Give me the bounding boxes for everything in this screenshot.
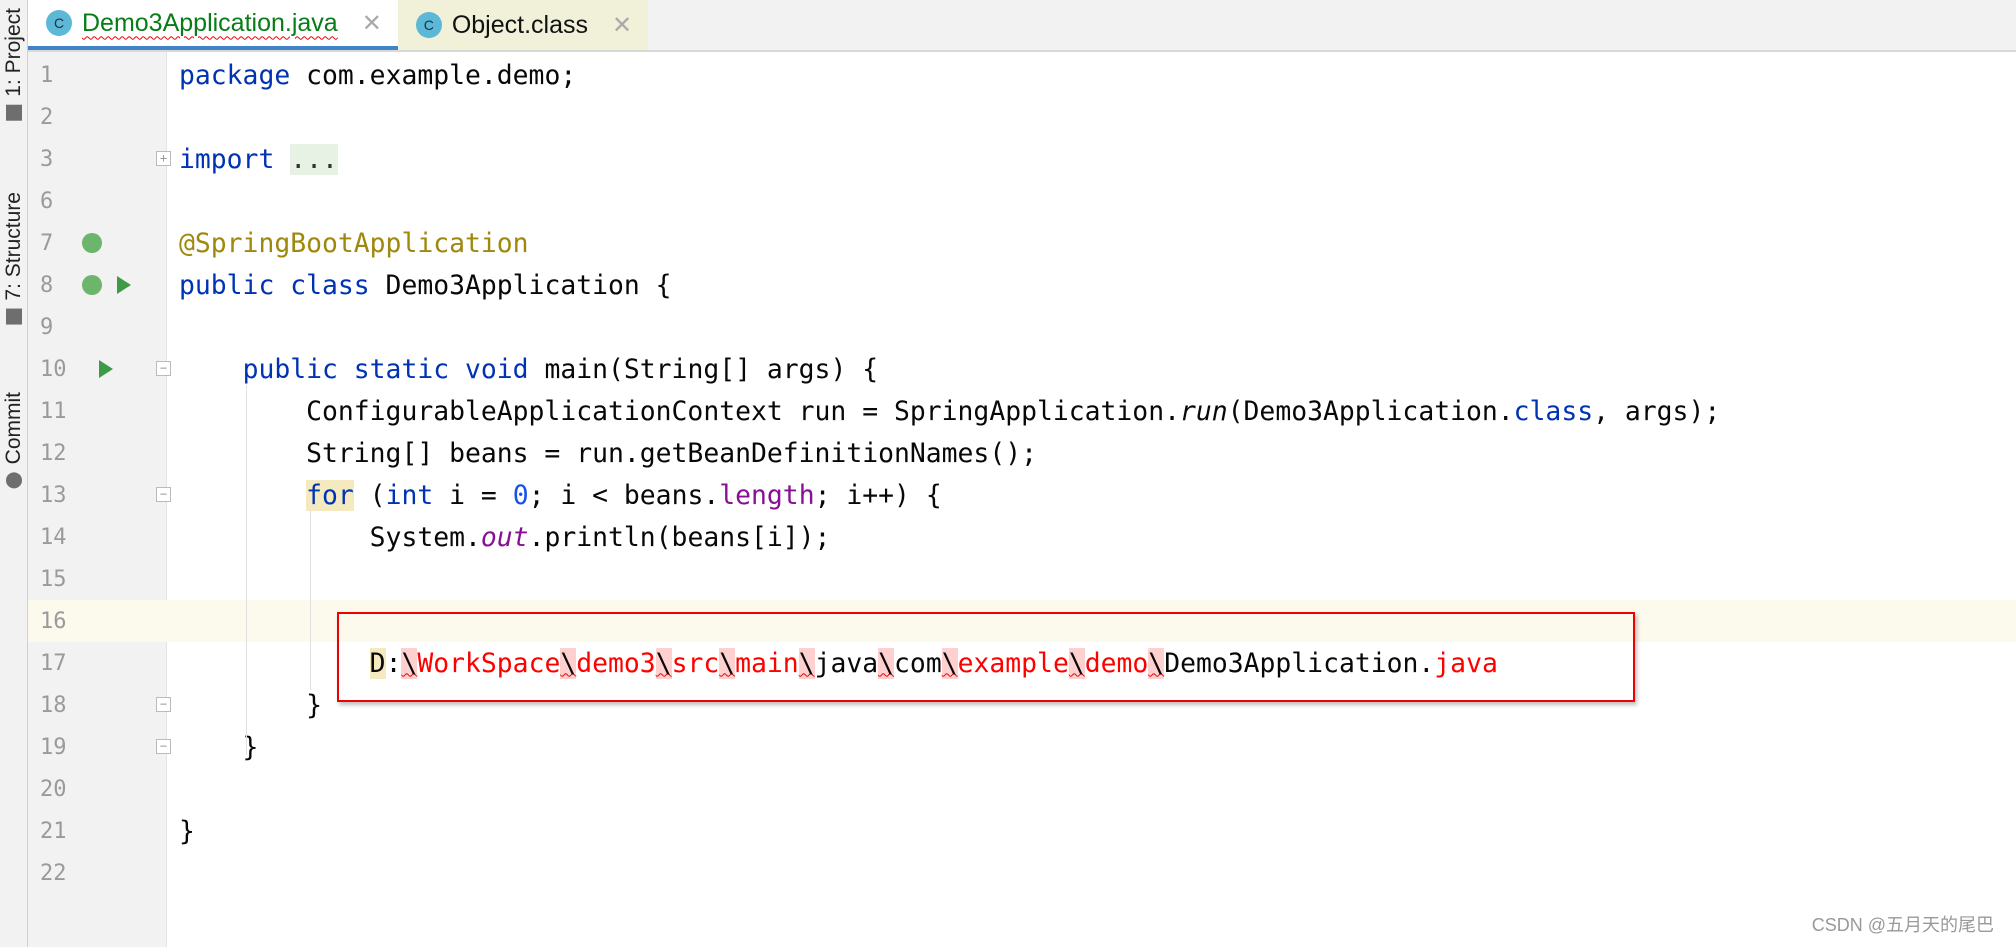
code-line[interactable] [167, 558, 2016, 600]
code-token: Demo3Application { [369, 269, 672, 301]
structure-icon [6, 308, 22, 325]
tool-tab-label: 1: Project [2, 8, 25, 97]
fold-collapse-icon[interactable]: − [156, 487, 171, 502]
code-line[interactable]: @SpringBootApplication [167, 222, 2016, 264]
code-token: out [480, 521, 529, 553]
tool-tab-label: 7: Structure [2, 192, 25, 301]
line-number: 13 [40, 482, 67, 508]
line-number: 6 [40, 188, 54, 214]
fold-collapse-icon[interactable]: − [156, 739, 171, 754]
code-line[interactable]: public class Demo3Application { [167, 264, 2016, 306]
code-token: int [385, 479, 434, 511]
spring-bean-icon[interactable] [82, 233, 102, 253]
tool-tab-label: Commit [2, 392, 25, 465]
code-token: ( [353, 479, 386, 511]
indent-guide [310, 510, 311, 690]
folder-icon [6, 104, 22, 121]
line-number: 1 [40, 62, 54, 88]
code-token: } [179, 689, 322, 721]
line-number: 17 [40, 650, 67, 676]
line-number: 2 [40, 104, 54, 130]
tab-object-class[interactable]: C Object.class ✕ [397, 0, 649, 50]
code-line[interactable] [167, 306, 2016, 348]
code-token: .println(beans[i]); [528, 521, 831, 553]
code-token: @SpringBootApplication [179, 227, 529, 259]
editor-tabs: C Demo3Application.java ✕ C Object.class ✕ [28, 0, 2016, 52]
code-line[interactable]: for (int i = 0; i < beans. length; i++) { [167, 474, 2016, 516]
fold-collapse-icon[interactable]: − [156, 697, 171, 712]
code-token: com.example.demo; [290, 59, 577, 91]
tool-window-strip: 1: Project 7: Structure Commit [0, 0, 28, 947]
code-line[interactable]: System. out .println(beans[i]); [167, 516, 2016, 558]
code-token: , args); [1593, 395, 1721, 427]
watermark: CSDN @五月天的尾巴 [1811, 915, 1994, 935]
close-icon[interactable]: ✕ [612, 11, 632, 40]
line-number: 21 [40, 818, 67, 844]
class-file-icon: C [415, 12, 442, 38]
tab-label: Demo3Application.java [82, 8, 338, 37]
spring-bean-icon[interactable] [82, 275, 102, 295]
code-line[interactable] [167, 96, 2016, 138]
code-token: i = [433, 479, 513, 511]
code-token: import [179, 143, 275, 175]
code-token: ConfigurableApplicationContext run = Spr… [179, 395, 1180, 427]
code-line[interactable] [167, 180, 2016, 222]
fold-expand-icon[interactable]: + [156, 151, 171, 166]
code-line[interactable]: } [167, 810, 2016, 852]
line-number: 22 [40, 860, 67, 886]
line-number: 3 [40, 146, 54, 172]
code-token: ... [290, 143, 338, 175]
code-line[interactable]: import ... [167, 138, 2016, 180]
code-token: package [179, 59, 291, 91]
code-token: String[] beans = run.getBeanDefinitionNa… [179, 437, 1037, 469]
line-number: 18 [40, 692, 67, 718]
structure-tool-tab[interactable]: 7: Structure [2, 192, 26, 325]
commit-tool-tab[interactable]: Commit [2, 392, 26, 489]
commit-icon [6, 472, 22, 489]
code-token: for [306, 479, 354, 511]
fold-collapse-icon[interactable]: − [156, 361, 171, 376]
code-token: (Demo3Application. [1227, 395, 1514, 427]
code-line[interactable]: public static void main(String[] args) { [167, 348, 2016, 390]
line-number: 19 [40, 734, 67, 760]
line-number: 11 [40, 398, 67, 424]
code-token: main(String[] args) { [528, 353, 879, 385]
run-icon[interactable] [117, 276, 131, 294]
java-class-icon: C [46, 10, 72, 36]
code-token: public static void [242, 353, 529, 385]
code-line[interactable] [167, 852, 2016, 894]
code-token: 0 [512, 479, 529, 511]
run-icon[interactable] [99, 360, 113, 378]
code-token: public class [179, 269, 370, 301]
code-line[interactable]: ConfigurableApplicationContext run = Spr… [167, 390, 2016, 432]
line-number: 10 [40, 356, 67, 382]
highlight-box [337, 612, 1635, 702]
code-token: class [1513, 395, 1594, 427]
project-tool-tab[interactable]: 1: Project [2, 8, 26, 121]
indent-guide [246, 385, 247, 755]
code-token: ; i++) { [814, 479, 942, 511]
line-number: 20 [40, 776, 67, 802]
line-number: 14 [40, 524, 67, 550]
line-number: 9 [40, 314, 54, 340]
code-line[interactable]: String[] beans = run.getBeanDefinitionNa… [167, 432, 2016, 474]
code-line[interactable] [167, 768, 2016, 810]
code-token: run [1179, 395, 1228, 427]
tab-label: Object.class [451, 10, 588, 39]
line-number: 15 [40, 566, 67, 592]
line-number: 12 [40, 440, 67, 466]
code-line[interactable]: package com.example.demo; [167, 54, 2016, 96]
code-token: length [719, 479, 815, 511]
code-token: System. [179, 521, 481, 553]
code-token: } [179, 815, 195, 847]
close-icon[interactable]: ✕ [362, 9, 382, 38]
tab-demo3application[interactable]: C Demo3Application.java ✕ [28, 0, 398, 50]
line-number: 16 [28, 600, 167, 642]
code-line[interactable]: } [167, 726, 2016, 768]
code-token: ; i < beans. [528, 479, 720, 511]
